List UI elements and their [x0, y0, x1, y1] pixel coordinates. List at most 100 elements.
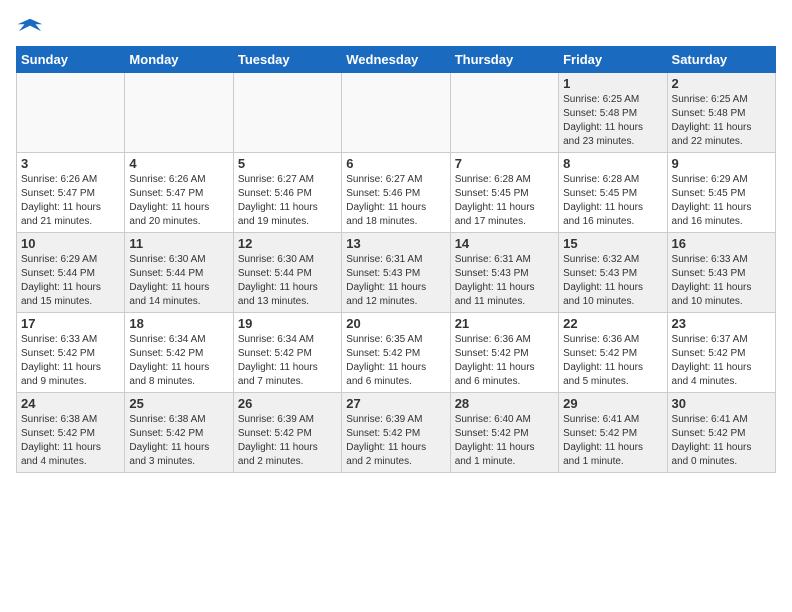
calendar-cell: 22 Sunrise: 6:36 AMSunset: 5:42 PMDayligh…: [559, 313, 667, 393]
day-info: Sunrise: 6:31 AMSunset: 5:43 PMDaylight:…: [346, 253, 445, 309]
calendar-cell: [125, 73, 233, 153]
calendar-cell: 11 Sunrise: 6:30 AMSunset: 5:44 PMDayligh…: [125, 233, 233, 313]
day-info: Sunrise: 6:26 AMSunset: 5:47 PMDaylight:…: [21, 173, 120, 229]
weekday-header-saturday: Saturday: [667, 47, 775, 73]
day-number: 26: [238, 396, 337, 411]
day-info: Sunrise: 6:33 AMSunset: 5:42 PMDaylight:…: [21, 333, 120, 389]
day-number: 11: [129, 236, 228, 251]
day-number: 23: [672, 316, 771, 331]
day-number: 8: [563, 156, 662, 171]
day-info: Sunrise: 6:34 AMSunset: 5:42 PMDaylight:…: [129, 333, 228, 389]
day-info: Sunrise: 6:38 AMSunset: 5:42 PMDaylight:…: [21, 413, 120, 469]
calendar-cell: [17, 73, 125, 153]
calendar-cell: 14 Sunrise: 6:31 AMSunset: 5:43 PMDayligh…: [450, 233, 558, 313]
calendar-cell: 9 Sunrise: 6:29 AMSunset: 5:45 PMDaylight…: [667, 153, 775, 233]
day-number: 29: [563, 396, 662, 411]
day-number: 2: [672, 76, 771, 91]
weekday-header-thursday: Thursday: [450, 47, 558, 73]
calendar-cell: 28 Sunrise: 6:40 AMSunset: 5:42 PMDayligh…: [450, 393, 558, 473]
calendar-cell: 7 Sunrise: 6:28 AMSunset: 5:45 PMDaylight…: [450, 153, 558, 233]
day-info: Sunrise: 6:37 AMSunset: 5:42 PMDaylight:…: [672, 333, 771, 389]
day-info: Sunrise: 6:39 AMSunset: 5:42 PMDaylight:…: [346, 413, 445, 469]
day-info: Sunrise: 6:25 AMSunset: 5:48 PMDaylight:…: [672, 93, 771, 149]
calendar-cell: 18 Sunrise: 6:34 AMSunset: 5:42 PMDayligh…: [125, 313, 233, 393]
calendar-cell: 2 Sunrise: 6:25 AMSunset: 5:48 PMDaylight…: [667, 73, 775, 153]
day-number: 22: [563, 316, 662, 331]
day-info: Sunrise: 6:34 AMSunset: 5:42 PMDaylight:…: [238, 333, 337, 389]
calendar-cell: 23 Sunrise: 6:37 AMSunset: 5:42 PMDayligh…: [667, 313, 775, 393]
day-info: Sunrise: 6:27 AMSunset: 5:46 PMDaylight:…: [238, 173, 337, 229]
page-header: [16, 16, 776, 38]
calendar-cell: 15 Sunrise: 6:32 AMSunset: 5:43 PMDayligh…: [559, 233, 667, 313]
day-number: 19: [238, 316, 337, 331]
weekday-header-wednesday: Wednesday: [342, 47, 450, 73]
day-info: Sunrise: 6:28 AMSunset: 5:45 PMDaylight:…: [455, 173, 554, 229]
weekday-header-tuesday: Tuesday: [233, 47, 341, 73]
day-info: Sunrise: 6:33 AMSunset: 5:43 PMDaylight:…: [672, 253, 771, 309]
calendar-cell: [342, 73, 450, 153]
day-number: 25: [129, 396, 228, 411]
day-number: 24: [21, 396, 120, 411]
calendar-cell: 3 Sunrise: 6:26 AMSunset: 5:47 PMDaylight…: [17, 153, 125, 233]
weekday-header-monday: Monday: [125, 47, 233, 73]
day-info: Sunrise: 6:41 AMSunset: 5:42 PMDaylight:…: [563, 413, 662, 469]
calendar-cell: 8 Sunrise: 6:28 AMSunset: 5:45 PMDaylight…: [559, 153, 667, 233]
day-number: 13: [346, 236, 445, 251]
day-number: 20: [346, 316, 445, 331]
day-number: 16: [672, 236, 771, 251]
day-number: 1: [563, 76, 662, 91]
day-info: Sunrise: 6:30 AMSunset: 5:44 PMDaylight:…: [129, 253, 228, 309]
day-info: Sunrise: 6:38 AMSunset: 5:42 PMDaylight:…: [129, 413, 228, 469]
logo-bird-icon: [16, 16, 44, 38]
calendar-cell: 5 Sunrise: 6:27 AMSunset: 5:46 PMDaylight…: [233, 153, 341, 233]
calendar-cell: 17 Sunrise: 6:33 AMSunset: 5:42 PMDayligh…: [17, 313, 125, 393]
day-number: 7: [455, 156, 554, 171]
day-number: 15: [563, 236, 662, 251]
day-number: 17: [21, 316, 120, 331]
calendar-cell: 19 Sunrise: 6:34 AMSunset: 5:42 PMDayligh…: [233, 313, 341, 393]
day-number: 10: [21, 236, 120, 251]
day-number: 12: [238, 236, 337, 251]
calendar-cell: 29 Sunrise: 6:41 AMSunset: 5:42 PMDayligh…: [559, 393, 667, 473]
calendar-cell: 13 Sunrise: 6:31 AMSunset: 5:43 PMDayligh…: [342, 233, 450, 313]
day-number: 3: [21, 156, 120, 171]
day-number: 5: [238, 156, 337, 171]
calendar-cell: 24 Sunrise: 6:38 AMSunset: 5:42 PMDayligh…: [17, 393, 125, 473]
day-info: Sunrise: 6:40 AMSunset: 5:42 PMDaylight:…: [455, 413, 554, 469]
calendar-cell: 10 Sunrise: 6:29 AMSunset: 5:44 PMDayligh…: [17, 233, 125, 313]
day-info: Sunrise: 6:25 AMSunset: 5:48 PMDaylight:…: [563, 93, 662, 149]
calendar-cell: 26 Sunrise: 6:39 AMSunset: 5:42 PMDayligh…: [233, 393, 341, 473]
calendar-cell: [450, 73, 558, 153]
day-info: Sunrise: 6:26 AMSunset: 5:47 PMDaylight:…: [129, 173, 228, 229]
day-number: 30: [672, 396, 771, 411]
day-number: 28: [455, 396, 554, 411]
calendar-cell: 27 Sunrise: 6:39 AMSunset: 5:42 PMDayligh…: [342, 393, 450, 473]
calendar-cell: 20 Sunrise: 6:35 AMSunset: 5:42 PMDayligh…: [342, 313, 450, 393]
day-info: Sunrise: 6:32 AMSunset: 5:43 PMDaylight:…: [563, 253, 662, 309]
day-number: 6: [346, 156, 445, 171]
day-number: 27: [346, 396, 445, 411]
day-info: Sunrise: 6:39 AMSunset: 5:42 PMDaylight:…: [238, 413, 337, 469]
day-info: Sunrise: 6:35 AMSunset: 5:42 PMDaylight:…: [346, 333, 445, 389]
calendar-cell: 21Sunrise: 6:36 AMSunset: 5:42 PMDayligh…: [450, 313, 558, 393]
calendar-cell: 6 Sunrise: 6:27 AMSunset: 5:46 PMDaylight…: [342, 153, 450, 233]
calendar-cell: 4Sunrise: 6:26 AMSunset: 5:47 PMDaylight…: [125, 153, 233, 233]
calendar-cell: [233, 73, 341, 153]
day-info: Sunrise: 6:31 AMSunset: 5:43 PMDaylight:…: [455, 253, 554, 309]
weekday-header-friday: Friday: [559, 47, 667, 73]
day-info: Sunrise: 6:29 AMSunset: 5:44 PMDaylight:…: [21, 253, 120, 309]
day-info: Sunrise: 6:29 AMSunset: 5:45 PMDaylight:…: [672, 173, 771, 229]
calendar-cell: 25 Sunrise: 6:38 AMSunset: 5:42 PMDayligh…: [125, 393, 233, 473]
day-info: Sunrise: 6:30 AMSunset: 5:44 PMDaylight:…: [238, 253, 337, 309]
calendar-cell: 30Sunrise: 6:41 AMSunset: 5:42 PMDayligh…: [667, 393, 775, 473]
calendar-table: SundayMondayTuesdayWednesdayThursdayFrid…: [16, 46, 776, 473]
day-number: 9: [672, 156, 771, 171]
day-number: 14: [455, 236, 554, 251]
day-info: Sunrise: 6:27 AMSunset: 5:46 PMDaylight:…: [346, 173, 445, 229]
calendar-cell: 16 Sunrise: 6:33 AMSunset: 5:43 PMDayligh…: [667, 233, 775, 313]
day-number: 21: [455, 316, 554, 331]
day-info: Sunrise: 6:28 AMSunset: 5:45 PMDaylight:…: [563, 173, 662, 229]
weekday-header-sunday: Sunday: [17, 47, 125, 73]
day-number: 18: [129, 316, 228, 331]
day-info: Sunrise: 6:36 AMSunset: 5:42 PMDaylight:…: [563, 333, 662, 389]
